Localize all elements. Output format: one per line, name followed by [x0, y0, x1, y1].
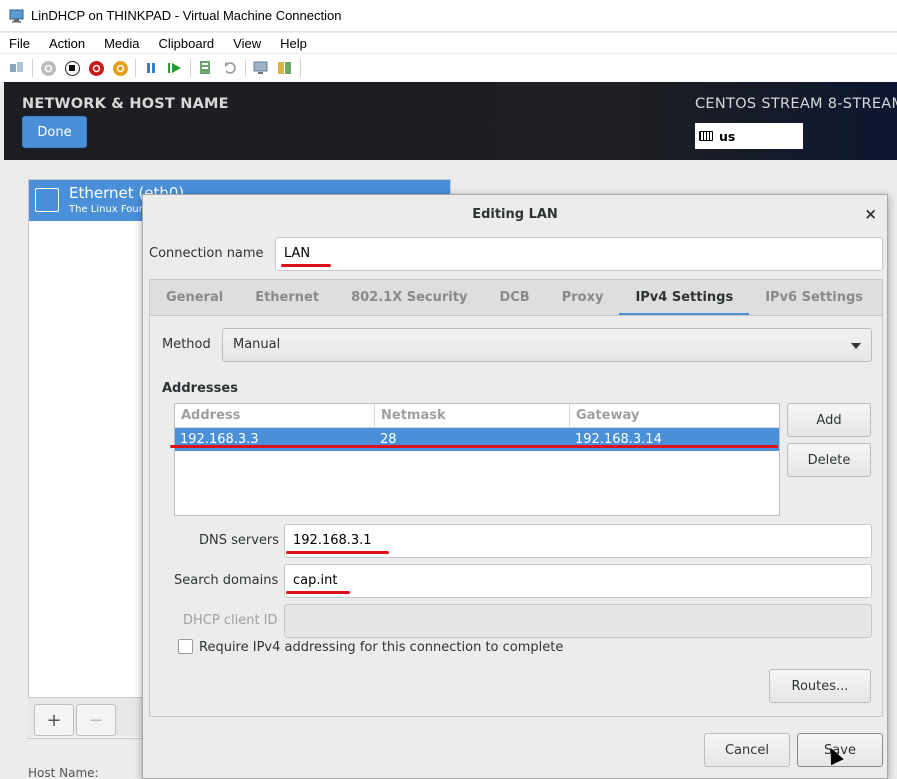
- turn-off-icon[interactable]: [63, 59, 81, 77]
- vm-connection-icon: [9, 9, 25, 23]
- dhcp-client-id-input: [284, 604, 872, 638]
- tab-ipv4-settings[interactable]: IPv4 Settings: [619, 280, 750, 316]
- column-netmask[interactable]: Netmask: [375, 404, 570, 427]
- save-button[interactable]: Save: [797, 733, 883, 767]
- toolbar-separator: [245, 59, 246, 77]
- method-value: Manual: [233, 337, 281, 352]
- keyboard-layout-indicator[interactable]: us: [695, 123, 803, 149]
- annotation-underline: [286, 591, 350, 594]
- annotation-underline: [286, 551, 389, 554]
- done-button[interactable]: Done: [22, 116, 87, 148]
- menu-help[interactable]: Help: [271, 36, 317, 51]
- installer-header: NETWORK & HOST NAME Done CENTOS STREAM 8…: [4, 82, 897, 160]
- method-dropdown[interactable]: Manual: [222, 328, 872, 362]
- tab-8021x-security[interactable]: 802.1X Security: [335, 280, 483, 316]
- annotation-underline: [170, 445, 778, 448]
- toolbar-separator: [135, 59, 136, 77]
- tab-dcb[interactable]: DCB: [483, 280, 545, 316]
- product-name: CENTOS STREAM 8-STREAM: [695, 96, 897, 112]
- search-domains-label: Search domains: [174, 573, 279, 588]
- menu-media[interactable]: Media: [95, 36, 149, 51]
- hostname-row: Host Name:: [28, 766, 99, 779]
- menu-action[interactable]: Action: [40, 36, 95, 51]
- require-ipv4-checkbox[interactable]: [178, 639, 193, 654]
- tab-ipv6-settings[interactable]: IPv6 Settings: [749, 280, 879, 316]
- menu-view[interactable]: View: [224, 36, 271, 51]
- menu-clipboard[interactable]: Clipboard: [150, 36, 225, 51]
- share-icon[interactable]: [276, 59, 294, 77]
- column-address[interactable]: Address: [175, 404, 375, 427]
- routes-button[interactable]: Routes...: [769, 669, 871, 703]
- menu-bar: File Action Media Clipboard View Help: [0, 33, 897, 53]
- cancel-button[interactable]: Cancel: [704, 733, 790, 767]
- tab-proxy[interactable]: Proxy: [546, 280, 620, 316]
- add-device-button[interactable]: +: [34, 704, 74, 736]
- method-label: Method: [162, 337, 211, 352]
- dns-servers-label: DNS servers: [199, 533, 280, 548]
- tab-general[interactable]: General: [150, 280, 239, 316]
- table-header: Address Netmask Gateway: [175, 404, 779, 428]
- annotation-underline: [281, 264, 331, 267]
- page-title: NETWORK & HOST NAME: [22, 96, 229, 112]
- keyboard-icon: [699, 131, 713, 141]
- checkpoint-icon[interactable]: [197, 59, 215, 77]
- add-address-button[interactable]: Add: [787, 403, 871, 437]
- dhcp-client-id-label: DHCP client ID: [183, 613, 278, 628]
- start-icon[interactable]: [39, 59, 57, 77]
- window-title: LinDHCP on THINKPAD - Virtual Machine Co…: [31, 8, 342, 23]
- ipv4-settings-panel: Method Manual Addresses Address Netmask …: [149, 315, 883, 717]
- remove-device-button[interactable]: −: [76, 704, 116, 736]
- close-icon[interactable]: ×: [864, 205, 877, 223]
- hostname-label: Host Name:: [28, 766, 99, 779]
- toolbar-separator: [32, 59, 33, 77]
- enhanced-session-icon[interactable]: [252, 59, 270, 77]
- keyboard-layout-label: us: [719, 128, 736, 144]
- dialog-title: Editing LAN: [472, 206, 558, 222]
- connection-name-input[interactable]: LAN: [275, 237, 883, 271]
- ctrl-alt-del-icon[interactable]: [8, 59, 26, 77]
- column-gateway[interactable]: Gateway: [570, 404, 779, 427]
- settings-tabs: General Ethernet 802.1X Security DCB Pro…: [149, 279, 883, 316]
- pause-icon[interactable]: [142, 59, 160, 77]
- menu-file[interactable]: File: [0, 36, 40, 51]
- toolbar-separator: [300, 59, 301, 77]
- tab-ethernet[interactable]: Ethernet: [239, 280, 335, 316]
- toolbar-separator: [190, 59, 191, 77]
- window-titlebar: LinDHCP on THINKPAD - Virtual Machine Co…: [0, 0, 897, 32]
- addresses-heading: Addresses: [162, 381, 238, 396]
- ethernet-icon: [35, 188, 59, 212]
- addresses-table: Address Netmask Gateway 192.168.3.3 28 1…: [174, 403, 780, 516]
- connection-name-label: Connection name: [149, 246, 264, 261]
- chevron-down-icon: [851, 343, 861, 349]
- shutdown-icon[interactable]: [87, 59, 105, 77]
- vm-toolbar: [0, 54, 897, 82]
- revert-icon[interactable]: [221, 59, 239, 77]
- search-domains-input[interactable]: cap.int: [284, 564, 872, 598]
- save-state-icon[interactable]: [111, 59, 129, 77]
- delete-address-button[interactable]: Delete: [787, 443, 871, 477]
- resume-icon[interactable]: [166, 59, 184, 77]
- editing-connection-dialog: Editing LAN × Connection name LAN Genera…: [142, 194, 888, 779]
- require-ipv4-label[interactable]: Require IPv4 addressing for this connect…: [199, 640, 563, 655]
